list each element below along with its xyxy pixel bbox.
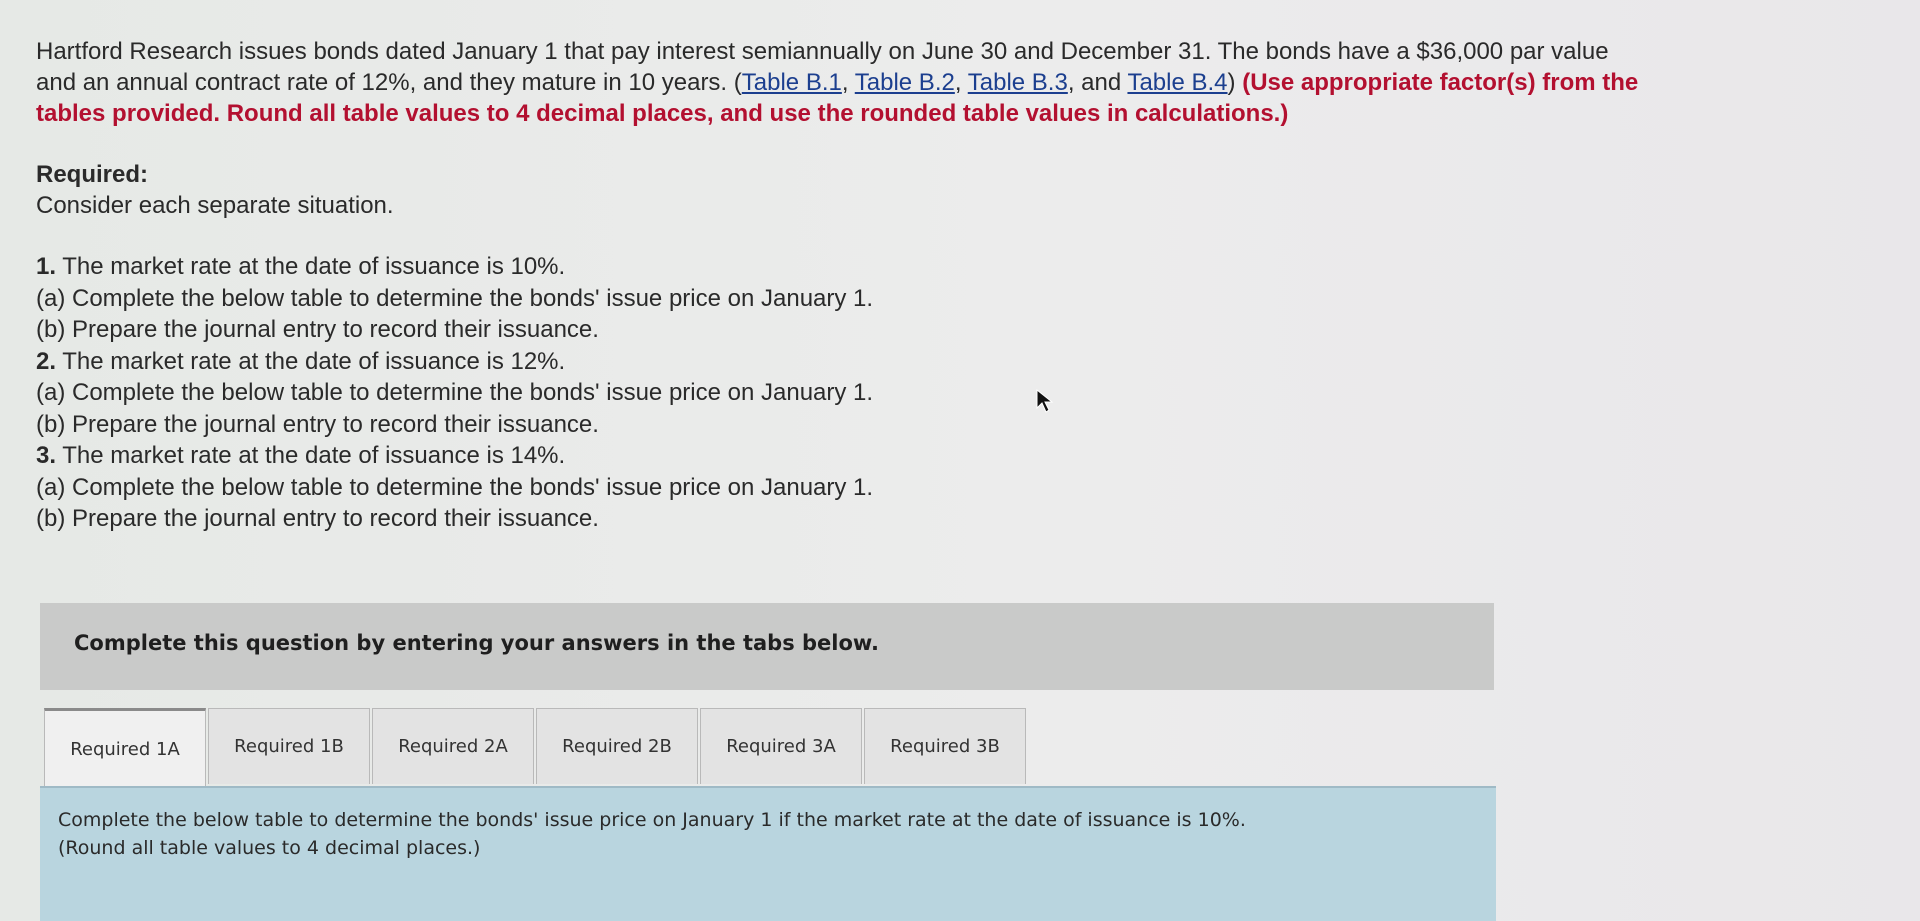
step-line: (a) Complete the below table to determin…	[36, 472, 1646, 504]
step-number: 1.	[36, 253, 57, 280]
step-number: 2.	[36, 347, 57, 375]
table-b3-link[interactable]: Table B.3	[968, 69, 1068, 96]
step-line: (a) Complete the below table to determin…	[36, 283, 1646, 315]
step-text: The market rate at the date of issuance …	[62, 253, 566, 280]
panel-rounding-note: (Round all table values to 4 decimal pla…	[58, 837, 481, 859]
problem-intro-paragraph: Hartford Research issues bonds dated Jan…	[36, 36, 1646, 129]
table-b4-link[interactable]: Table B.4	[1127, 69, 1227, 96]
requirement-steps: 1. The market rate at the date of issuan…	[36, 251, 1646, 535]
tabs-instruction-banner: Complete this question by entering your …	[40, 603, 1494, 690]
paren-close: )	[1227, 69, 1236, 96]
step-text: (b) Prepare the journal entry to record …	[36, 316, 599, 343]
tab-required-1a[interactable]: Required 1A	[44, 708, 206, 788]
required-heading: Required:	[36, 161, 149, 188]
link-separator: , and	[1067, 69, 1128, 96]
panel-instruction-line: Complete the below table to determine th…	[58, 809, 1246, 831]
mouse-pointer-icon	[1036, 388, 1054, 413]
step-text: (b) Prepare the journal entry to record …	[36, 505, 599, 532]
step-line: 2. The market rate at the date of issuan…	[36, 346, 1646, 378]
step-line: (b) Prepare the journal entry to record …	[36, 503, 1646, 535]
step-line: 1. The market rate at the date of issuan…	[36, 251, 1646, 283]
step-text: (a) Complete the below table to determin…	[36, 379, 874, 406]
tabs-instruction-text: Complete this question by entering your …	[74, 631, 879, 655]
paren-open: (	[733, 69, 742, 96]
step-text: The market rate at the date of issuance …	[62, 442, 566, 469]
step-text: (a) Complete the below table to determin…	[36, 473, 874, 501]
step-text: The market rate at the date of issuance …	[62, 347, 566, 375]
page: Hartford Research issues bonds dated Jan…	[0, 0, 1920, 921]
tab-required-2b[interactable]: Required 2B	[536, 708, 698, 784]
step-line: (b) Prepare the journal entry to record …	[36, 314, 1646, 346]
table-b1-link[interactable]: Table B.1	[742, 69, 842, 96]
link-separator: ,	[954, 69, 968, 96]
table-b2-link[interactable]: Table B.2	[855, 69, 955, 96]
tab-required-3a[interactable]: Required 3A	[700, 708, 862, 784]
step-line: 3. The market rate at the date of issuan…	[36, 440, 1646, 472]
step-line: (b) Prepare the journal entry to record …	[36, 409, 1646, 441]
consider-text: Consider each separate situation.	[36, 192, 394, 219]
problem-statement: Hartford Research issues bonds dated Jan…	[36, 36, 1646, 535]
tab-content-panel: Complete the below table to determine th…	[40, 786, 1496, 921]
step-line: (a) Complete the below table to determin…	[36, 377, 1646, 409]
step-text: (b) Prepare the journal entry to record …	[36, 410, 599, 438]
panel-instructions: Complete the below table to determine th…	[58, 806, 1478, 862]
step-number: 3.	[36, 442, 57, 469]
step-text: (a) Complete the below table to determin…	[36, 284, 874, 312]
tab-required-1b[interactable]: Required 1B	[208, 708, 370, 784]
link-separator: ,	[841, 69, 855, 96]
tab-required-3b[interactable]: Required 3B	[864, 708, 1026, 784]
tab-required-2a[interactable]: Required 2A	[372, 708, 534, 784]
